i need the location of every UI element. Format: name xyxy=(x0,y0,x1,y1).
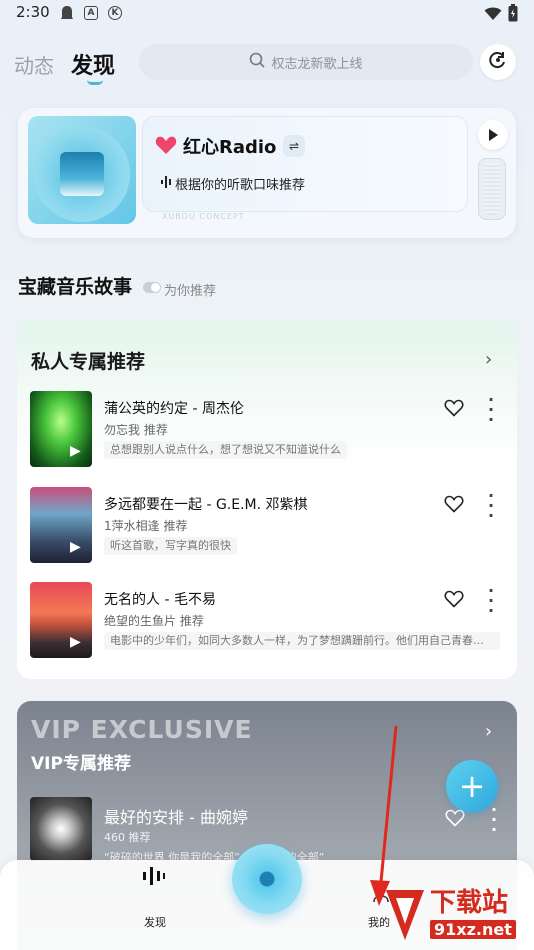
radio-artwork xyxy=(28,116,136,224)
list-item[interactable]: ▶ 蒲公英的约定 - 周杰伦 勿忘我 推荐 总想跟别人说点什么，想了想说又不知道… xyxy=(30,391,506,469)
album-thumb xyxy=(60,152,104,196)
heart-icon xyxy=(155,135,177,159)
more-icon[interactable]: · · · xyxy=(488,583,494,619)
search-placeholder: 权志龙新歌上线 xyxy=(271,56,363,72)
play-icon: ▶ xyxy=(70,539,81,555)
list-item[interactable]: ▶ 多远都要在一起 - G.E.M. 邓紫棋 1萍水相逢 推荐 听这首歌，写字真… xyxy=(30,487,506,565)
song-recommend-count: 460 推荐 xyxy=(104,831,151,844)
song-quote: 听这首歌，写字真的很快 xyxy=(104,537,237,555)
like-icon[interactable] xyxy=(444,590,464,612)
add-fab-button[interactable]: + xyxy=(446,760,498,812)
more-icon[interactable]: · · · xyxy=(488,392,494,428)
ghost-icon xyxy=(60,5,74,25)
nav-discover-label[interactable]: 发现 xyxy=(144,914,166,930)
waveform-icon xyxy=(161,175,173,192)
radio-title: 红心Radio xyxy=(183,137,277,158)
art-caption: XUBOU CONCEPT xyxy=(162,212,245,221)
song-name[interactable]: 最好的安排 - 曲婉婷 xyxy=(104,804,248,828)
radio-info-panel: 红心Radio ⇌ 根据你的听歌口味推荐 xyxy=(142,116,468,212)
search-icon xyxy=(249,52,271,72)
song-cover: ▶ xyxy=(30,582,92,658)
radio-mode-slider[interactable] xyxy=(478,158,506,220)
vip-subtitle: VIP专属推荐 xyxy=(31,754,131,774)
section-title-story: 宝藏音乐故事 xyxy=(18,276,133,298)
watermark-url: 91xz.net xyxy=(430,920,516,939)
refresh-button[interactable] xyxy=(480,44,516,80)
toggle-knob xyxy=(151,283,160,292)
song-name: 蒲公英的约定 - 周杰伦 xyxy=(104,401,244,417)
heart-radio-card[interactable]: 红心Radio ⇌ 根据你的听歌口味推荐 XUBOU CONCEPT xyxy=(18,108,516,238)
vinyl-disc xyxy=(34,126,130,222)
battery-icon xyxy=(508,4,518,26)
chevron-right-icon[interactable]: › xyxy=(485,349,492,370)
search-bar[interactable]: 权志龙新歌上线 xyxy=(139,44,473,80)
tab-discover[interactable]: 发现 xyxy=(71,48,115,80)
play-icon: ▶ xyxy=(70,443,81,459)
song-recommender: 勿忘我 推荐 xyxy=(104,423,168,437)
song-recommender: 1萍水相逢 推荐 xyxy=(104,519,188,533)
more-icon[interactable]: · · · xyxy=(491,802,497,838)
song-cover: ▶ xyxy=(30,487,92,563)
k-icon: K xyxy=(108,6,122,20)
swap-icon[interactable]: ⇌ xyxy=(283,135,305,157)
now-playing-disc[interactable] xyxy=(232,844,302,914)
tab-indicator xyxy=(87,80,103,85)
private-recommend-card: 私人专属推荐 › ▶ 蒲公英的约定 - 周杰伦 勿忘我 推荐 总想跟别人说点什么… xyxy=(17,321,517,679)
song-cover: ▶ xyxy=(30,391,92,467)
tab-dynamic[interactable]: 动态 xyxy=(14,50,54,79)
list-item[interactable]: ▶ 无名的人 - 毛不易 绝望的生鱼片 推荐 电影中的少年们，如同大多数人一样，… xyxy=(30,582,506,660)
like-icon[interactable] xyxy=(445,809,465,831)
radio-play-button[interactable] xyxy=(478,120,508,150)
like-icon[interactable] xyxy=(444,399,464,421)
song-cover[interactable] xyxy=(30,797,92,861)
toggle-label: 为你推荐 xyxy=(164,284,217,299)
watermark-text: 下载站 xyxy=(430,888,509,918)
song-recommender: 绝望的生鱼片 推荐 xyxy=(104,614,204,628)
like-icon[interactable] xyxy=(444,495,464,517)
chevron-right-icon[interactable]: › xyxy=(485,721,492,742)
play-icon: ▶ xyxy=(70,634,81,650)
song-quote: 电影中的少年们，如同大多数人一样，为了梦想蹒跚前行。他们用自己青春和... xyxy=(104,632,500,650)
card-title: 私人专属推荐 xyxy=(31,351,146,373)
song-name: 多远都要在一起 - G.E.M. 邓紫棋 xyxy=(104,497,308,513)
a-icon: A xyxy=(84,6,98,20)
refresh-icon xyxy=(489,51,507,73)
vip-big-title: VIP EXCLUSIVE xyxy=(31,715,253,744)
plus-icon: + xyxy=(458,767,486,805)
watermark-logo-icon xyxy=(384,886,426,948)
radio-subtitle: 根据你的听歌口味推荐 xyxy=(175,178,306,193)
play-icon xyxy=(488,126,498,145)
discover-nav-icon[interactable] xyxy=(142,866,166,890)
status-bar: 2:30 A K xyxy=(0,0,534,28)
status-time: 2:30 xyxy=(16,3,50,21)
watermark: 下载站 91xz.net xyxy=(384,882,534,950)
wifi-icon xyxy=(484,6,502,25)
song-name: 无名的人 - 毛不易 xyxy=(104,592,216,608)
song-quote: 总想跟别人说点什么，想了想说又不知道说什么 xyxy=(104,441,347,459)
slider-track xyxy=(483,163,501,215)
more-icon[interactable]: · · · xyxy=(488,488,494,524)
